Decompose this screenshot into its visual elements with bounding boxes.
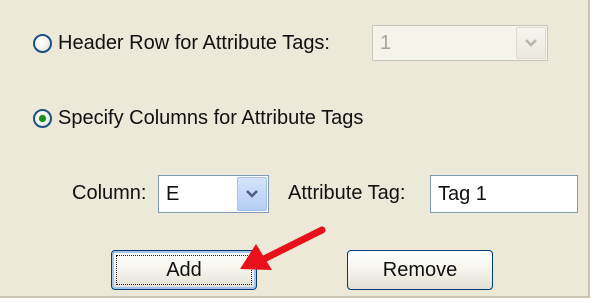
remove-button[interactable]: Remove xyxy=(347,250,493,290)
attribute-tag-label: Attribute Tag: xyxy=(288,182,406,204)
specify-columns-radio[interactable] xyxy=(33,109,52,128)
specify-columns-label: Specify Columns for Attribute Tags xyxy=(58,107,364,129)
column-dropdown-value: E xyxy=(166,182,180,205)
specify-columns-option[interactable]: Specify Columns for Attribute Tags xyxy=(33,107,363,130)
column-label: Column: xyxy=(72,182,147,204)
attribute-tag-value: Tag 1 xyxy=(438,182,487,205)
header-row-dropdown-button xyxy=(516,27,546,59)
header-row-dropdown-value: 1 xyxy=(380,31,392,54)
attribute-tags-panel: Header Row for Attribute Tags: 1 Specify… xyxy=(0,0,590,298)
chevron-down-icon xyxy=(246,190,258,198)
column-dropdown[interactable]: E xyxy=(158,175,269,213)
chevron-down-icon xyxy=(525,39,537,47)
header-row-radio[interactable] xyxy=(33,34,52,53)
header-row-label: Header Row for Attribute Tags: xyxy=(58,32,330,54)
red-arrow-icon xyxy=(240,226,326,270)
header-row-option[interactable]: Header Row for Attribute Tags: xyxy=(33,32,330,55)
header-row-dropdown: 1 xyxy=(372,25,548,61)
column-dropdown-button[interactable] xyxy=(237,177,267,211)
attribute-tag-input[interactable]: Tag 1 xyxy=(430,175,578,213)
